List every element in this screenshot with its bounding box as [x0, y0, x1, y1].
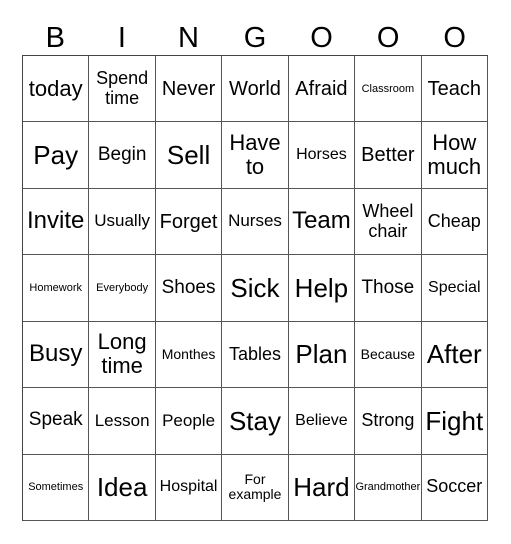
bingo-cell[interactable]: People — [155, 388, 223, 455]
bingo-cell[interactable]: Sell — [155, 122, 223, 189]
bingo-cell[interactable]: Believe — [288, 388, 356, 455]
bingo-cell[interactable]: Nurses — [222, 188, 289, 256]
bingo-cell[interactable]: Teach — [421, 56, 488, 123]
bingo-cell[interactable]: After — [421, 321, 488, 389]
bingo-cell[interactable]: Spend time — [89, 56, 156, 123]
bingo-cell[interactable]: World — [222, 56, 289, 123]
bingo-cell[interactable]: Fight — [421, 388, 488, 455]
bingo-cell[interactable]: Help — [288, 255, 356, 322]
bingo-cell[interactable]: Hospital — [155, 454, 223, 521]
header-letter: O — [443, 22, 466, 54]
bingo-cell[interactable]: Team — [288, 188, 356, 256]
bingo-cell[interactable]: Sick — [222, 255, 289, 322]
bingo-cell[interactable]: Forget — [155, 188, 223, 256]
bingo-cell[interactable]: Pay — [23, 122, 90, 189]
bingo-cell[interactable]: Those — [355, 255, 422, 322]
bingo-cell[interactable]: Hard — [288, 454, 356, 521]
bingo-cell[interactable]: Have to — [222, 122, 289, 189]
bingo-cell[interactable]: Cheap — [421, 188, 488, 256]
bingo-cell[interactable]: Sometimes — [23, 454, 90, 521]
bingo-cell[interactable]: Monthes — [155, 321, 223, 389]
bingo-cell[interactable]: Busy — [23, 321, 90, 389]
bingo-cell[interactable]: For example — [222, 454, 289, 521]
bingo-cell[interactable]: Homework — [23, 255, 90, 322]
bingo-cell[interactable]: today — [23, 56, 90, 123]
bingo-cell[interactable]: Long time — [89, 321, 156, 389]
bingo-cell[interactable]: Everybody — [89, 255, 156, 322]
bingo-cell[interactable]: Plan — [288, 321, 356, 389]
bingo-cell[interactable]: Shoes — [155, 255, 223, 322]
bingo-cell[interactable]: Never — [155, 56, 223, 123]
bingo-cell[interactable]: Speak — [23, 388, 90, 455]
header-letter: B — [45, 22, 65, 54]
bingo-cell[interactable]: Classroom — [355, 56, 422, 123]
bingo-cell[interactable]: Horses — [288, 122, 356, 189]
bingo-cell[interactable]: Strong — [355, 388, 422, 455]
header-letter: G — [243, 22, 267, 54]
bingo-cell[interactable]: Begin — [89, 122, 156, 189]
bingo-cell[interactable]: Special — [421, 255, 488, 322]
bingo-cell[interactable]: Grandmother — [355, 454, 422, 521]
bingo-cell[interactable]: Lesson — [89, 388, 156, 455]
bingo-cell[interactable]: Because — [355, 321, 422, 389]
header-letter: I — [117, 22, 126, 54]
header-letter: O — [376, 22, 400, 54]
bingo-cell[interactable]: Better — [355, 122, 422, 189]
bingo-cell[interactable]: Soccer — [421, 454, 488, 521]
bingo-cell[interactable]: Stay — [222, 388, 289, 455]
bingo-cell[interactable]: How much — [421, 122, 488, 189]
header-letter: N — [177, 22, 199, 54]
bingo-cell[interactable]: Invite — [23, 188, 90, 256]
bingo-cell[interactable]: Tables — [222, 321, 289, 389]
bingo-cell[interactable]: Wheel chair — [355, 188, 422, 256]
bingo-cell[interactable]: Usually — [89, 188, 156, 256]
bingo-cell[interactable]: Idea — [89, 454, 156, 521]
bingo-cell[interactable]: Afraid — [288, 56, 356, 123]
bingo-grid: today Spend time Never World Afraid Clas… — [22, 55, 488, 521]
bingo-header: B I N G O O O — [22, 20, 488, 56]
header-letter: O — [310, 22, 333, 54]
